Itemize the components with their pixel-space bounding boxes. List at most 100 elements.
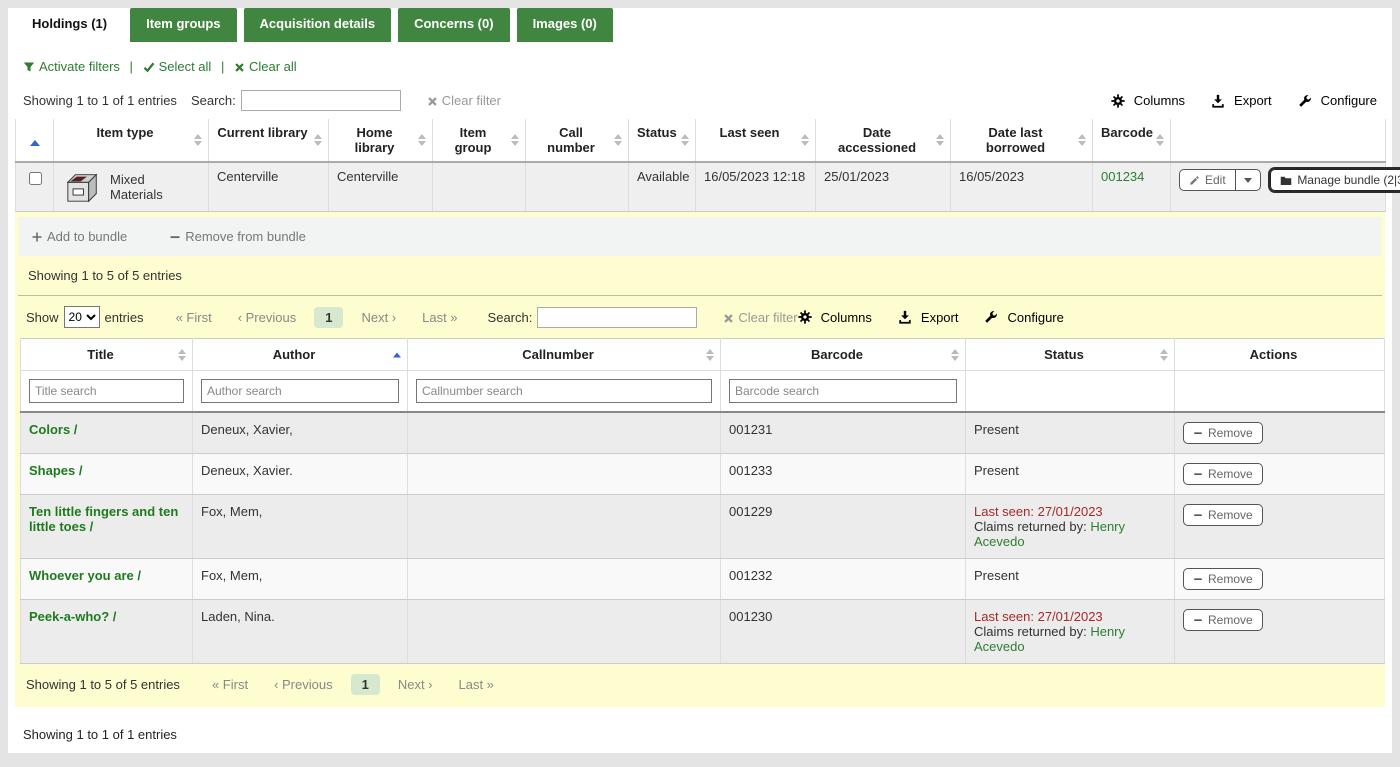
sort-icon [706,349,714,361]
current-page-button[interactable]: 1 [314,307,343,328]
header-status[interactable]: Status [629,119,696,162]
header-actions [1171,119,1386,162]
header-date-last-borrowed[interactable]: Date last borrowed [951,119,1093,162]
bundle-clear-filter[interactable]: Clear filter [723,310,797,325]
check-icon [143,61,155,73]
bundle-panel: Add to bundle Remove from bundle Showing… [15,212,1385,707]
table-row: Ten little fingers and ten little toes /… [21,495,1385,559]
pencil-icon [1189,175,1200,186]
header-call-number[interactable]: Call number [526,119,629,162]
bundle-info: Showing 1 to 5 of 5 entries [18,256,1382,296]
title-link[interactable]: Ten little fingers and ten little toes / [29,504,178,534]
header-select-sort[interactable] [16,119,54,162]
row-checkbox[interactable] [29,172,42,185]
tab-acquisition-details[interactable]: Acquisition details [244,8,392,42]
header-home-library[interactable]: Home library [329,119,433,162]
activate-filters-link[interactable]: Activate filters [23,59,120,74]
header-callnumber[interactable]: Callnumber [408,339,721,371]
tab-concerns[interactable]: Concerns (0) [398,8,509,42]
search-label: Search: [191,93,236,108]
holdings-table-buttons: Columns Export Configure [1111,93,1377,108]
status-last-seen: Last seen: 27/01/2023 [974,504,1103,519]
bundle-search-input[interactable] [537,307,697,328]
remove-button[interactable]: Remove [1183,609,1263,631]
current-page-button[interactable]: 1 [351,674,380,695]
title-search-input[interactable] [29,379,184,403]
header-last-seen[interactable]: Last seen [696,119,816,162]
holdings-search-input[interactable] [241,90,401,111]
remove-from-bundle-link[interactable]: Remove from bundle [169,229,306,244]
remove-button[interactable]: Remove [1183,568,1263,590]
title-link[interactable]: Colors / [29,422,77,437]
sort-icon [951,349,959,361]
header-author[interactable]: Author [193,339,408,371]
select-all-link[interactable]: Select all [143,59,212,74]
last-page-button[interactable]: Last » [451,674,502,695]
sort-icon [1160,349,1168,361]
callnumber-cell [408,412,721,454]
x-icon [427,96,438,107]
edit-dropdown-toggle[interactable] [1235,169,1261,191]
barcode-cell: 001232 [721,559,966,600]
sort-icon [178,349,186,361]
previous-page-button[interactable]: ‹ Previous [230,307,305,328]
tab-images[interactable]: Images (0) [517,8,613,42]
clear-all-link[interactable]: Clear all [234,59,297,74]
next-page-button[interactable]: Next › [353,307,404,328]
columns-button[interactable]: Columns [1111,93,1185,108]
header-date-accessioned[interactable]: Date accessioned [816,119,951,162]
last-page-button[interactable]: Last » [414,307,465,328]
remove-button[interactable]: Remove [1183,422,1263,444]
first-page-button[interactable]: « First [168,307,220,328]
sort-icon [1078,134,1086,146]
title-link[interactable]: Peek-a-who? / [29,609,116,624]
callnumber-search-input[interactable] [416,379,712,403]
barcode-cell: 001233 [721,454,966,495]
table-row: Colors / Deneux, Xavier, 001231 Present … [21,412,1385,454]
header-title[interactable]: Title [21,339,193,371]
export-button[interactable]: Export [898,310,959,325]
next-page-button[interactable]: Next › [390,674,441,695]
previous-page-button[interactable]: ‹ Previous [266,674,341,695]
manage-bundle-button[interactable]: Manage bundle (2|3) [1270,169,1400,191]
header-current-library[interactable]: Current library [209,119,329,162]
sort-icon [418,134,426,146]
header-barcode[interactable]: Barcode [721,339,966,371]
bundle-footer-info: Showing 1 to 5 of 5 entries [26,677,180,692]
author-cell: Fox, Mem, [193,495,408,559]
holdings-table: Item type Current library Home library I… [15,119,1386,212]
edit-button[interactable]: Edit [1179,169,1235,191]
page-size-select[interactable]: 20 [64,306,100,328]
wrench-icon [984,310,998,324]
configure-button[interactable]: Configure [984,310,1063,325]
remove-button[interactable]: Remove [1183,504,1263,526]
tab-item-groups[interactable]: Item groups [130,8,236,42]
table-row: Whoever you are / Fox, Mem, 001232 Prese… [21,559,1385,600]
first-page-button[interactable]: « First [204,674,256,695]
columns-button[interactable]: Columns [798,310,872,325]
configure-button[interactable]: Configure [1298,93,1377,108]
tab-holdings[interactable]: Holdings (1) [16,8,123,42]
title-link[interactable]: Whoever you are / [29,568,141,583]
minus-icon [1193,510,1203,520]
header-status[interactable]: Status [966,339,1175,371]
item-type-label: Mixed Materials [110,172,200,202]
add-to-bundle-link[interactable]: Add to bundle [31,229,127,244]
header-barcode[interactable]: Barcode [1093,119,1171,162]
title-link[interactable]: Shapes / [29,463,82,478]
remove-button[interactable]: Remove [1183,463,1263,485]
header-item-type[interactable]: Item type [54,119,209,162]
x-icon [234,62,245,73]
status-cell: Present [966,559,1175,600]
barcode-link[interactable]: 001234 [1101,169,1144,184]
status-cell: Present [966,412,1175,454]
holdings-clear-filter[interactable]: Clear filter [427,93,501,108]
barcode-search-input[interactable] [729,379,957,403]
separator: | [130,59,133,74]
export-button[interactable]: Export [1211,93,1272,108]
barcode-cell: 001229 [721,495,966,559]
header-item-group[interactable]: Item group [433,119,526,162]
actions-filter-cell [1175,371,1385,413]
tab-bar: Holdings (1) Item groups Acquisition det… [8,8,1392,42]
author-search-input[interactable] [201,379,399,403]
